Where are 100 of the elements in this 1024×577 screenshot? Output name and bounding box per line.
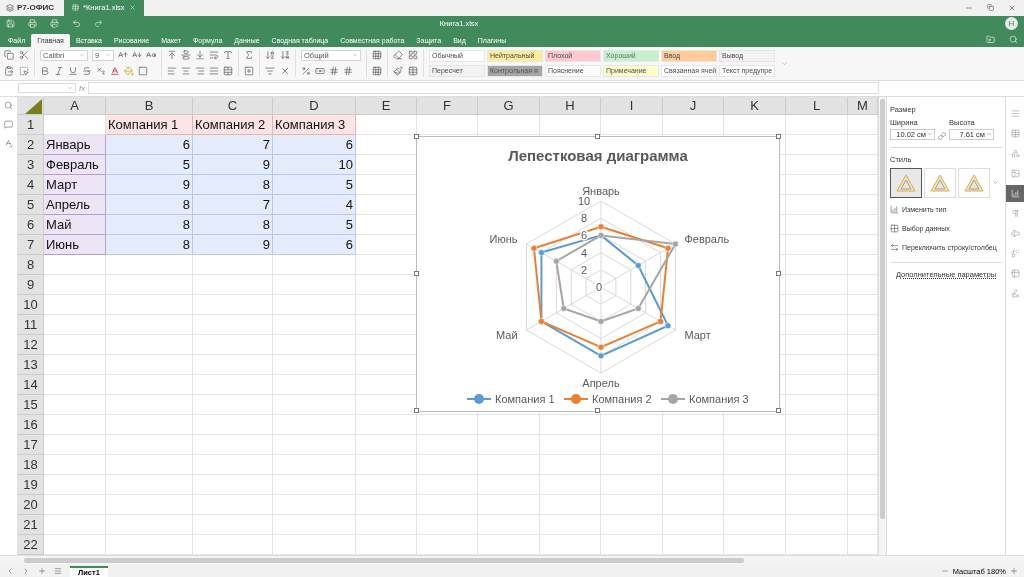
empty-cell[interactable] <box>724 454 786 475</box>
empty-cell[interactable] <box>273 534 356 555</box>
empty-cell[interactable] <box>417 494 478 515</box>
empty-cell[interactable] <box>193 314 273 335</box>
previous-sheet-icon[interactable] <box>6 567 14 576</box>
select-all-triangle-icon[interactable] <box>25 97 43 114</box>
empty-cell[interactable] <box>273 494 356 515</box>
restore-icon[interactable] <box>987 4 994 12</box>
empty-cell[interactable] <box>417 114 478 135</box>
resize-handle[interactable] <box>414 407 419 413</box>
empty-cell[interactable] <box>106 334 193 355</box>
caret-icon[interactable] <box>986 131 992 137</box>
empty-cell[interactable] <box>356 514 417 535</box>
empty-cell[interactable] <box>540 534 601 555</box>
row-number[interactable]: 3 <box>18 154 44 175</box>
empty-cell[interactable] <box>786 274 848 295</box>
empty-cell[interactable] <box>478 454 540 475</box>
row-number[interactable]: 4 <box>18 174 44 195</box>
empty-cell[interactable] <box>193 254 273 275</box>
empty-cell[interactable] <box>106 254 193 275</box>
empty-cell[interactable] <box>193 274 273 295</box>
empty-cell[interactable] <box>786 374 848 395</box>
currency-icon[interactable] <box>315 66 325 77</box>
copy-icon[interactable] <box>4 50 14 61</box>
align-bottom-icon[interactable] <box>195 50 205 61</box>
empty-cell[interactable] <box>724 514 786 535</box>
percent-icon[interactable] <box>301 66 311 77</box>
empty-cell[interactable] <box>356 474 417 495</box>
print-icon[interactable] <box>28 19 37 29</box>
empty-cell[interactable] <box>417 454 478 475</box>
wrap-text-icon[interactable] <box>209 50 219 61</box>
resize-handle[interactable] <box>776 407 781 413</box>
empty-cell[interactable] <box>106 414 193 435</box>
format-painter-icon[interactable] <box>393 66 403 77</box>
empty-cell[interactable] <box>193 414 273 435</box>
empty-cell[interactable] <box>601 114 663 135</box>
row-number[interactable]: 14 <box>18 374 44 395</box>
align-center-icon[interactable] <box>181 66 191 77</box>
justify-icon[interactable] <box>209 66 219 77</box>
row-number[interactable]: 7 <box>18 234 44 255</box>
empty-cell[interactable] <box>273 454 356 475</box>
empty-cell[interactable] <box>663 454 724 475</box>
empty-cell[interactable] <box>356 414 417 435</box>
close-icon[interactable] <box>128 4 136 12</box>
empty-cell[interactable] <box>193 394 273 415</box>
underline-icon[interactable] <box>68 66 78 77</box>
empty-cell[interactable] <box>273 434 356 455</box>
empty-cell[interactable] <box>663 414 724 435</box>
resize-handle[interactable] <box>414 270 419 276</box>
name-box[interactable] <box>18 83 76 94</box>
empty-cell[interactable] <box>786 414 848 435</box>
strikethrough-icon[interactable] <box>82 66 92 77</box>
caret-icon[interactable] <box>105 52 111 59</box>
row-number[interactable]: 6 <box>18 214 44 235</box>
empty-cell[interactable] <box>601 454 663 475</box>
close-icon[interactable] <box>1008 3 1016 12</box>
search-icon[interactable] <box>1009 34 1018 44</box>
empty-cell[interactable] <box>106 374 193 395</box>
decimal-icon[interactable] <box>343 66 353 77</box>
decimal-icon[interactable] <box>329 66 339 77</box>
empty-cell[interactable] <box>786 534 848 555</box>
empty-cell[interactable] <box>193 474 273 495</box>
caret-icon[interactable] <box>79 52 85 59</box>
row-number[interactable]: 12 <box>18 334 44 355</box>
empty-cell[interactable] <box>601 434 663 455</box>
empty-cell[interactable] <box>663 494 724 515</box>
empty-cell[interactable] <box>106 314 193 335</box>
empty-cell[interactable] <box>786 434 848 455</box>
empty-cell[interactable] <box>106 534 193 555</box>
filter-icon[interactable] <box>265 66 275 77</box>
empty-cell[interactable] <box>273 254 356 275</box>
link-icon[interactable] <box>938 131 946 140</box>
row-number[interactable]: 20 <box>18 494 44 515</box>
empty-cell[interactable] <box>786 294 848 315</box>
empty-cell[interactable] <box>786 394 848 415</box>
clear-filter-icon[interactable] <box>280 66 290 77</box>
empty-cell[interactable] <box>356 454 417 475</box>
empty-cell[interactable] <box>478 534 540 555</box>
sheet-list-icon[interactable] <box>54 567 62 576</box>
zoom-in-icon[interactable] <box>1010 567 1018 576</box>
empty-cell[interactable] <box>193 374 273 395</box>
fill-color-icon[interactable] <box>124 66 134 77</box>
dropdown-icon[interactable] <box>992 179 999 186</box>
empty-cell[interactable] <box>106 354 193 375</box>
format-table-icon[interactable] <box>408 50 418 61</box>
empty-cell[interactable] <box>273 274 356 295</box>
empty-cell[interactable] <box>786 154 848 175</box>
italic-icon[interactable] <box>54 66 64 77</box>
empty-cell[interactable] <box>786 474 848 495</box>
row-number[interactable]: 16 <box>18 414 44 435</box>
resize-handle[interactable] <box>414 133 419 139</box>
empty-cell[interactable] <box>786 214 848 235</box>
font-color-icon[interactable] <box>110 66 120 77</box>
empty-cell[interactable] <box>478 114 540 135</box>
quick-print-icon[interactable] <box>50 19 59 29</box>
empty-cell[interactable] <box>601 414 663 435</box>
insert-cells-icon[interactable] <box>244 66 254 77</box>
empty-cell[interactable] <box>193 454 273 475</box>
empty-cell[interactable] <box>786 194 848 215</box>
empty-cell[interactable] <box>601 494 663 515</box>
